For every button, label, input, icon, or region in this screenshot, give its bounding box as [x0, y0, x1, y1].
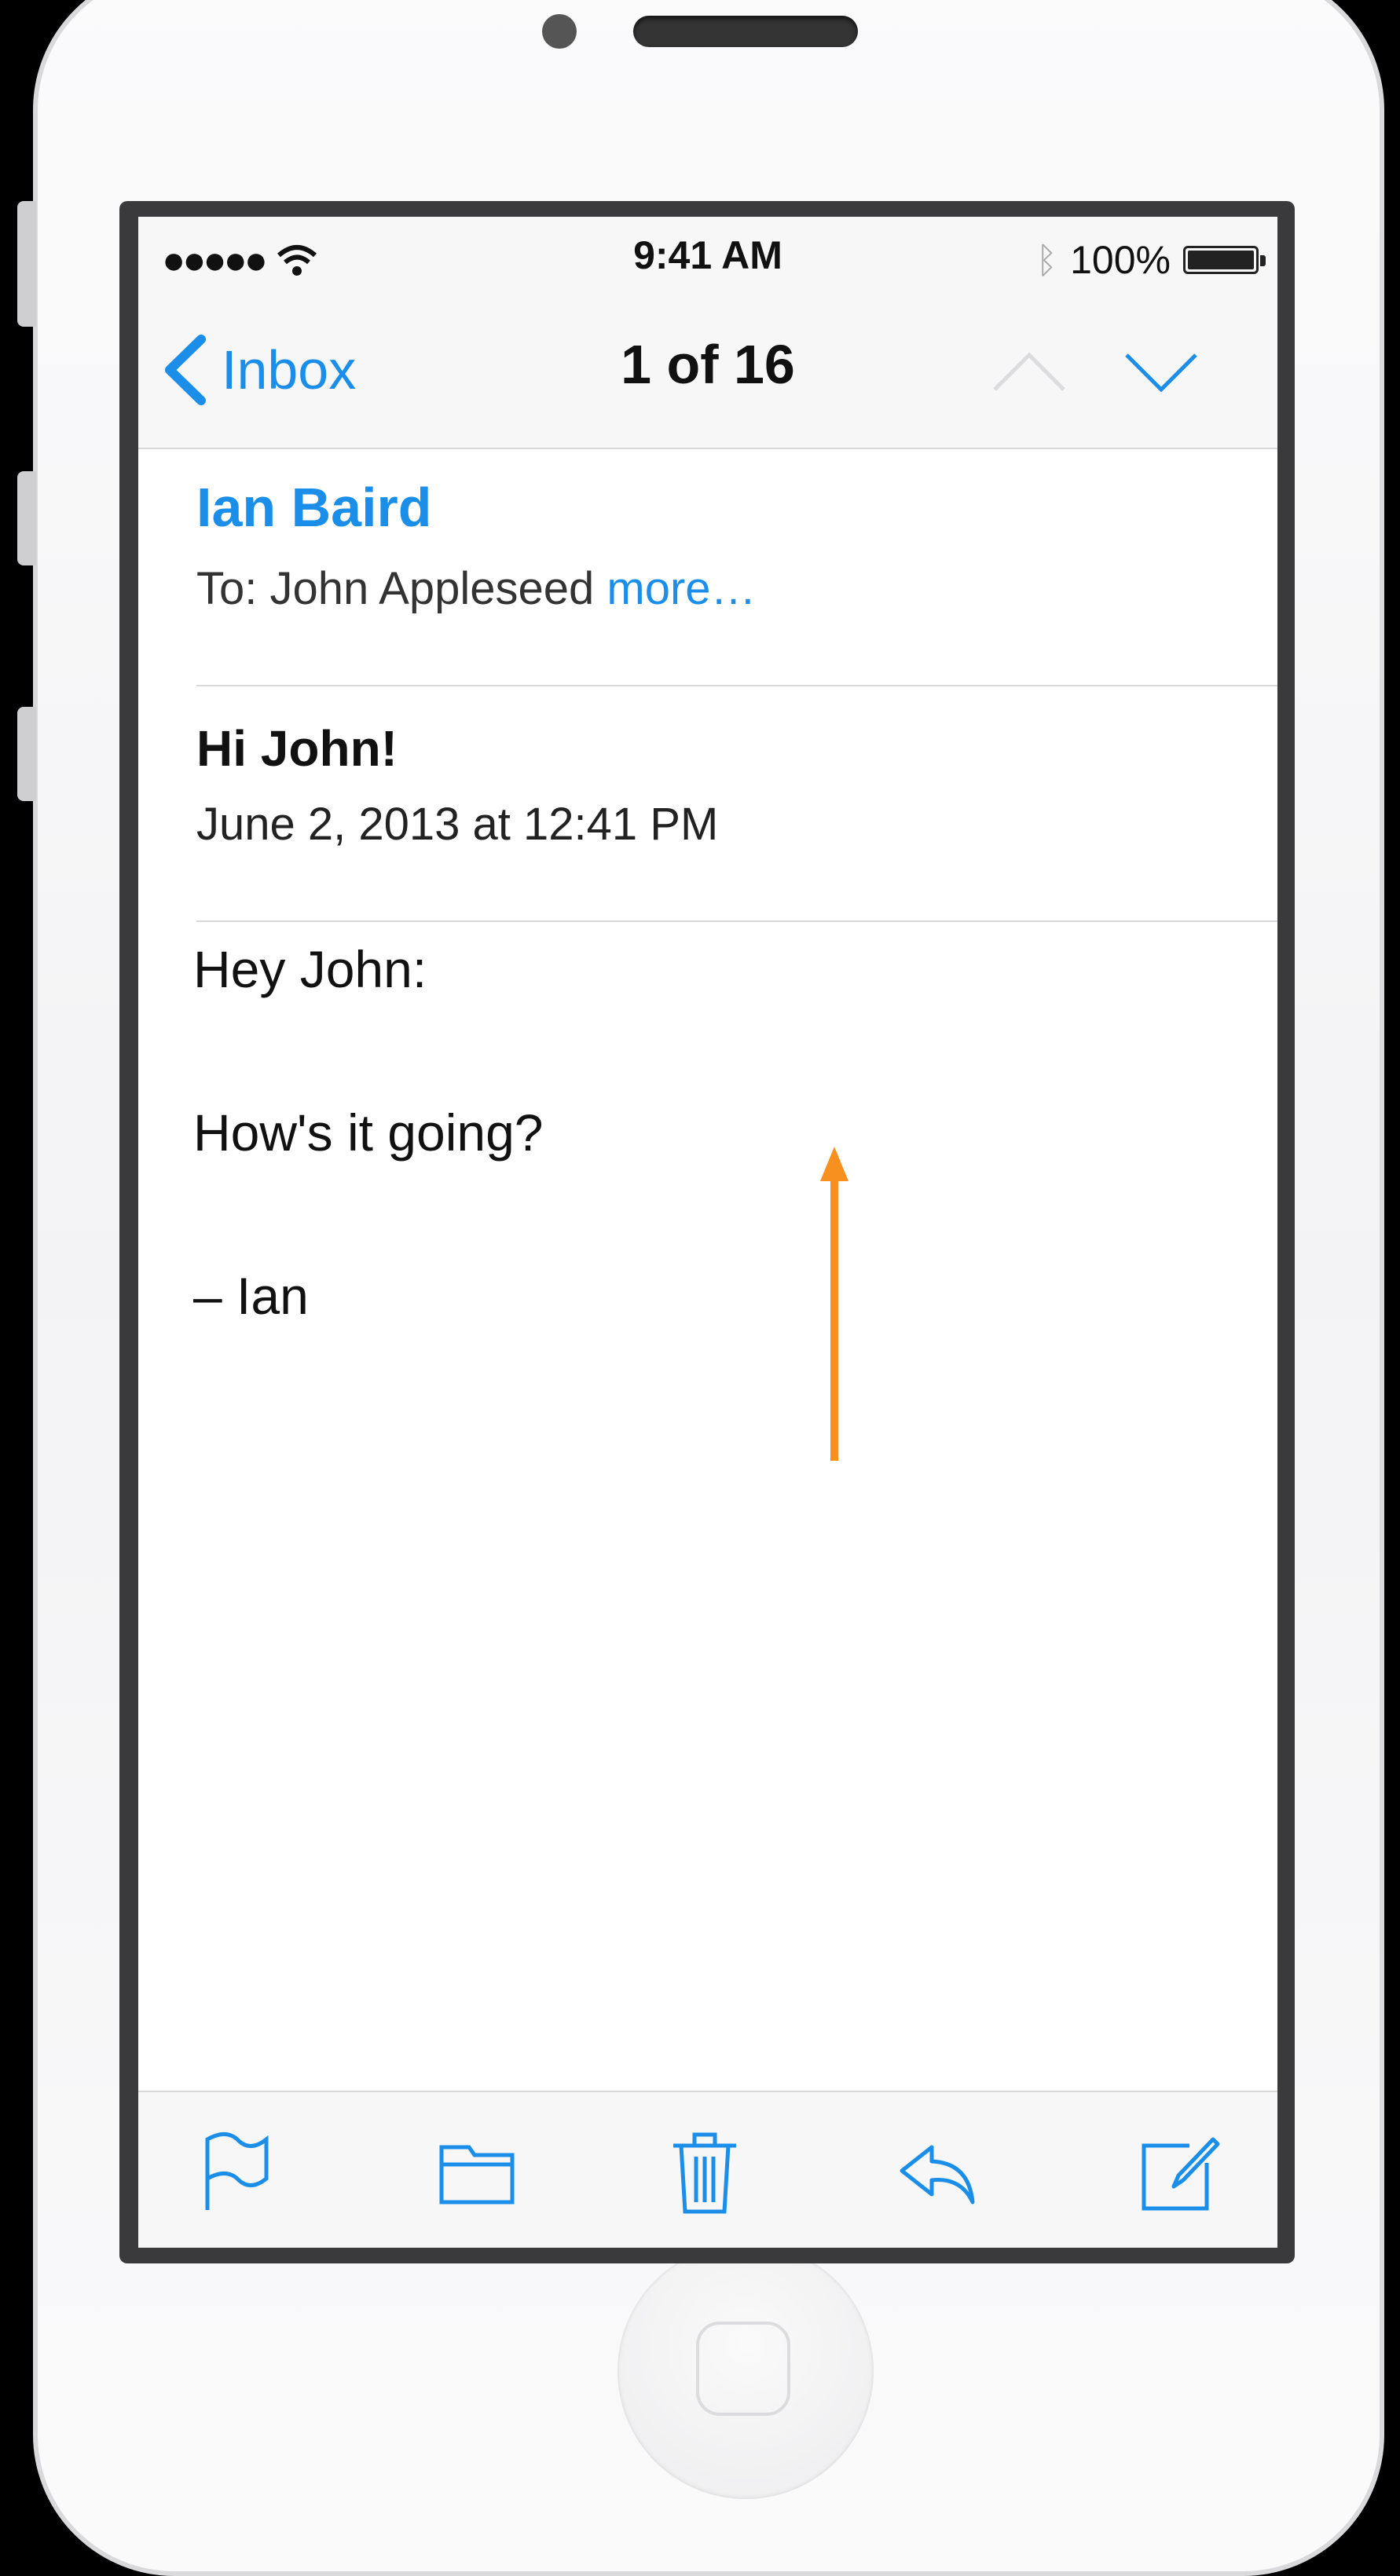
status-right: ᛒ 100%: [1035, 232, 1266, 287]
mail-screen: ●●●●● 9:41 AM ᛒ 100% Inbox 1 of 16 Ian B…: [138, 217, 1277, 2248]
compose-icon: [1142, 2137, 1220, 2211]
message-subject: Hi John!: [196, 720, 398, 777]
earpiece-speaker: [633, 16, 858, 47]
bottom-toolbar: [138, 2091, 1277, 2248]
mute-switch[interactable]: [17, 201, 36, 327]
volume-up-button[interactable]: [17, 471, 36, 565]
body-line: – Ian: [193, 1267, 309, 1325]
message-body: Hey John: How's it going? – Ian: [193, 939, 544, 1429]
message-header: Ian Baird To: John Appleseed more…: [196, 476, 1277, 615]
more-recipients-link[interactable]: more…: [607, 563, 756, 614]
battery-percent: 100%: [1070, 238, 1171, 282]
home-button[interactable]: [618, 2243, 874, 2499]
body-line: How's it going?: [193, 1103, 544, 1162]
recipient-line: To: John Appleseed more…: [196, 562, 1277, 615]
swipe-up-gesture-arrow: [820, 1147, 848, 1461]
battery-icon: [1183, 246, 1266, 274]
reply-button[interactable]: [894, 2124, 980, 2218]
sender-name[interactable]: Ian Baird: [196, 476, 1277, 539]
message-position-title: 1 of 16: [621, 334, 795, 395]
volume-down-button[interactable]: [17, 707, 36, 801]
message-date: June 2, 2013 at 12:41 PM: [196, 799, 719, 850]
bluetooth-icon: ᛒ: [1035, 240, 1058, 280]
folder-icon: [439, 2145, 515, 2205]
subject-divider: [196, 920, 1277, 922]
home-button-square-icon: [696, 2322, 790, 2416]
top-bar: ●●●●● 9:41 AM ᛒ 100% Inbox 1 of 16: [138, 217, 1277, 449]
reply-icon: [900, 2145, 975, 2205]
flag-icon: [205, 2132, 269, 2210]
battery-level: [1188, 251, 1254, 269]
previous-message-button[interactable]: [991, 349, 1067, 396]
chevron-down-icon: [1125, 353, 1197, 393]
move-to-folder-button[interactable]: [434, 2124, 520, 2218]
next-message-button[interactable]: [1123, 349, 1199, 396]
compose-button[interactable]: [1134, 2124, 1221, 2218]
body-line: Hey John:: [193, 940, 427, 998]
recipient-text: To: John Appleseed: [196, 563, 607, 614]
flag-button[interactable]: [192, 2124, 278, 2218]
header-divider: [196, 685, 1277, 686]
chevron-up-icon: [993, 352, 1065, 391]
trash-button[interactable]: [662, 2124, 748, 2218]
front-camera: [542, 14, 577, 49]
trash-icon: [673, 2132, 736, 2214]
